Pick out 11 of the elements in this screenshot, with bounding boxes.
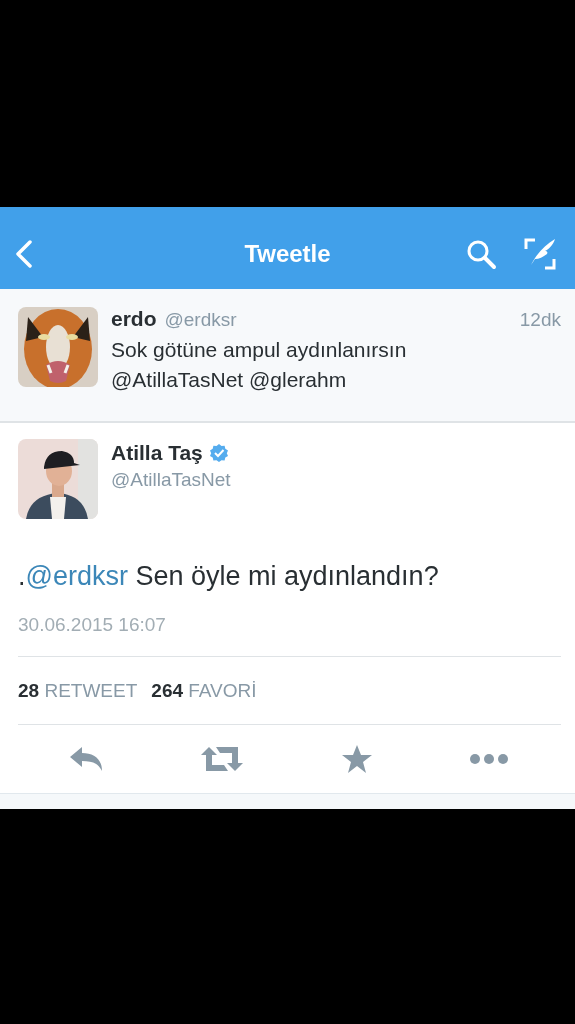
tweet-text: .@erdksr Sen öyle mi aydınlandın?: [18, 561, 440, 592]
mention-link[interactable]: @erdksr: [25, 561, 128, 591]
author-name[interactable]: erdo: [111, 307, 157, 331]
nav-title: Tweetle: [243, 239, 332, 268]
tweet-text: Sok götüne ampul aydınlanırsın @AtillaTasNet @glerahm: [111, 337, 408, 393]
stat-count[interactable]: 264 FAVORİ: [151, 679, 257, 702]
tweet-time: 12dk: [519, 309, 561, 331]
tweet-timestamp: 30.06.2015 16:07: [18, 614, 167, 636]
stat-count[interactable]: 28 RETWEET: [18, 679, 138, 702]
author-name[interactable]: Atilla Taş: [111, 441, 203, 465]
more-button[interactable]: [467, 751, 511, 767]
